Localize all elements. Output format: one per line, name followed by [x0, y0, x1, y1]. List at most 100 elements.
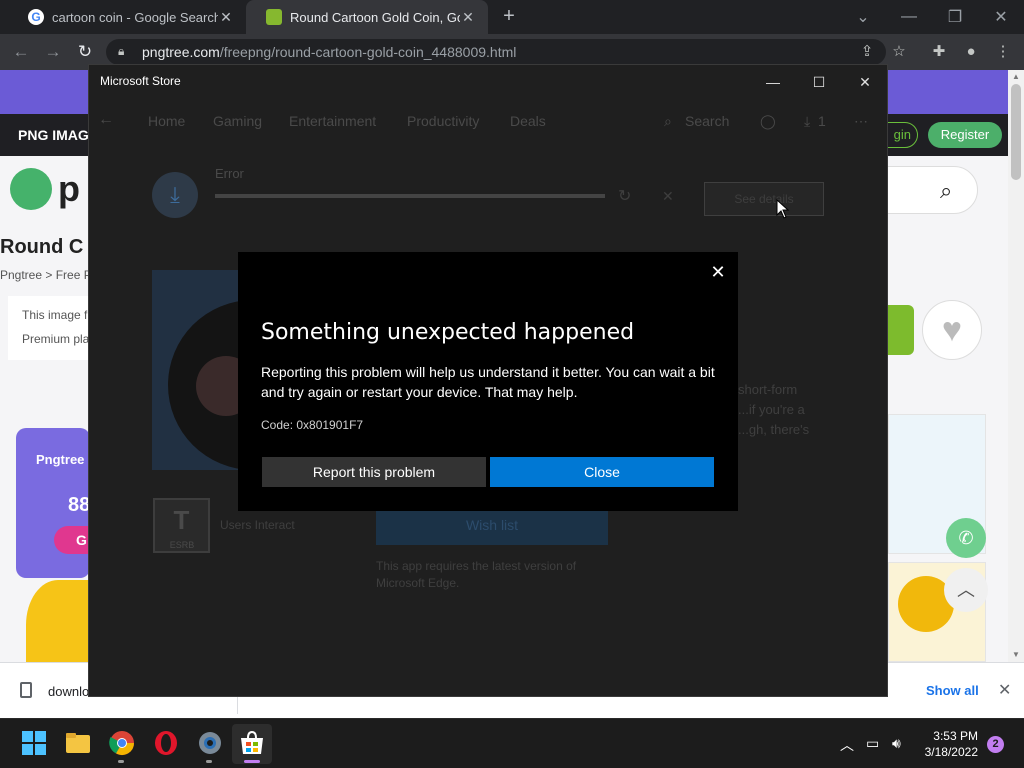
minimize-icon[interactable]: —	[886, 0, 932, 34]
breadcrumb[interactable]: Pngtree > Free P	[0, 268, 92, 282]
running-indicator	[206, 760, 212, 763]
license-info-line: This image f	[22, 308, 88, 322]
app-requirement-text: This app requires the latest version of …	[376, 559, 577, 590]
pngtree-icon	[266, 9, 282, 25]
wish-list-button[interactable]: Wish list	[376, 505, 608, 545]
settings-icon[interactable]	[196, 729, 224, 757]
esrb-label: ESRB	[169, 540, 195, 550]
promo-title: Pngtree	[36, 452, 85, 467]
back-arrow-icon[interactable]: ←	[8, 40, 34, 64]
download-status: Error	[215, 166, 244, 181]
url-path: /freepng/round-cartoon-gold-coin_4488009…	[219, 44, 517, 60]
retry-icon[interactable]: ↻	[618, 186, 631, 206]
register-button[interactable]: Register	[928, 122, 1002, 148]
microsoft-store-icon[interactable]	[238, 729, 266, 757]
tray-overflow-icon[interactable]: ︿	[840, 735, 854, 755]
download-item[interactable]: downlo	[48, 684, 89, 699]
chat-support-icon[interactable]: ✆	[946, 518, 986, 558]
volume-icon[interactable]: 🔊︎	[892, 735, 901, 752]
dialog-message: Reporting this problem will help us unde…	[261, 364, 715, 400]
network-icon[interactable]: ▭	[866, 735, 879, 752]
tab-google-search[interactable]: G cartoon coin - Google Search ✕	[8, 0, 246, 34]
start-icon[interactable]	[20, 729, 48, 757]
lock-icon[interactable]: 🔒︎	[118, 44, 130, 58]
store-back-arrow-icon[interactable]: ←	[98, 111, 114, 129]
store-account-icon[interactable]: ◯	[760, 113, 776, 130]
bookmark-star-icon[interactable]: ☆	[888, 41, 910, 63]
file-explorer-icon[interactable]	[64, 729, 92, 757]
running-indicator	[118, 760, 124, 763]
url-text[interactable]: pngtree.com/freepng/round-cartoon-gold-c…	[142, 44, 516, 60]
store-minimize-icon[interactable]: —	[750, 68, 796, 96]
store-downloads-icon[interactable]: ⤓	[804, 113, 810, 130]
download-button[interactable]	[888, 305, 914, 355]
store-nav-deals[interactable]: Deals	[510, 113, 546, 129]
chrome-icon[interactable]	[108, 729, 136, 757]
close-window-icon[interactable]: ✕	[978, 0, 1024, 34]
see-details-button[interactable]: See details	[704, 182, 824, 216]
dialog-close-button[interactable]: Close	[490, 457, 714, 487]
store-more-icon[interactable]: ⋯	[854, 113, 868, 130]
report-problem-button[interactable]: Report this problem	[262, 457, 486, 487]
reload-icon[interactable]: ↻	[72, 40, 98, 64]
site-nav-label[interactable]: PNG IMAG	[18, 127, 89, 143]
store-nav-home[interactable]: Home	[148, 113, 185, 129]
scroll-up-arrow-icon[interactable]: ▲	[1008, 70, 1024, 84]
dialog-close-icon[interactable]: ✕	[708, 262, 728, 282]
store-nav-gaming[interactable]: Gaming	[213, 113, 262, 129]
store-downloads-count[interactable]: 1	[818, 113, 826, 129]
mouse-cursor-icon	[776, 199, 790, 219]
site-logo-text[interactable]: p	[58, 168, 80, 210]
favorite-heart-icon[interactable]: ♥	[922, 300, 982, 360]
error-code: Code: 0x801901F7	[261, 418, 364, 432]
promo-button[interactable]: G	[54, 526, 90, 554]
store-maximize-icon[interactable]: ☐	[796, 68, 842, 96]
promo-price: 88	[68, 494, 91, 516]
chrome-menu-icon[interactable]: ⋮	[992, 41, 1014, 63]
share-icon[interactable]: ⇪	[856, 41, 878, 63]
close-download-shelf-icon[interactable]: ✕	[998, 680, 1011, 700]
store-search-icon[interactable]: ⌕	[664, 113, 672, 130]
store-close-icon[interactable]: ✕	[842, 68, 888, 96]
tab-search-icon[interactable]: ⌄	[840, 0, 886, 34]
coin-preview-image	[26, 580, 90, 670]
tab-pngtree[interactable]: Round Cartoon Gold Coin, Gold ✕	[246, 0, 488, 34]
active-indicator	[244, 760, 260, 763]
file-icon	[20, 682, 32, 698]
notification-badge[interactable]: 2	[987, 736, 1004, 753]
google-icon: G	[28, 9, 44, 25]
download-status-link[interactable]	[215, 210, 455, 224]
scroll-down-arrow-icon[interactable]: ▼	[1008, 648, 1024, 662]
clock-date[interactable]: 3/18/2022	[920, 745, 978, 759]
store-nav-productivity[interactable]: Productivity	[407, 113, 479, 129]
search-icon[interactable]: ⌕	[940, 178, 966, 204]
show-all-downloads-button[interactable]: Show all	[926, 683, 979, 698]
pngtree-logo-icon[interactable]	[10, 168, 52, 210]
tab-title: cartoon coin - Google Search	[52, 9, 218, 25]
cancel-download-icon[interactable]: ✕	[662, 188, 674, 205]
rating-text: Users Interact	[220, 518, 295, 532]
store-search-button[interactable]: Search	[685, 113, 729, 129]
tab-close-icon[interactable]: ✕	[460, 9, 476, 26]
page-title: Round C	[0, 236, 84, 258]
profile-icon[interactable]: ●	[960, 41, 982, 63]
store-window-title: Microsoft Store	[100, 74, 181, 88]
app-description: short-form ...if you're a ...gh, there's	[738, 382, 810, 437]
clock-time[interactable]: 3:53 PM	[928, 729, 978, 743]
new-tab-button[interactable]: +	[498, 5, 520, 27]
license-info-box	[8, 296, 90, 360]
forward-arrow-icon[interactable]: →	[40, 40, 66, 64]
store-nav-entertainment[interactable]: Entertainment	[289, 113, 376, 129]
download-arrow-icon: ⤓	[152, 172, 198, 218]
scrollbar-thumb[interactable]	[1011, 84, 1021, 180]
opera-icon[interactable]	[152, 729, 180, 757]
extensions-icon[interactable]: ✚	[928, 41, 950, 63]
restore-icon[interactable]: ❐	[932, 0, 978, 34]
scroll-to-top-icon[interactable]: ︿	[944, 568, 988, 612]
license-info-line: Premium pla	[22, 332, 90, 346]
dialog-title: Something unexpected happened	[261, 320, 635, 345]
download-progress-bar	[215, 194, 605, 198]
tab-close-icon[interactable]: ✕	[218, 9, 234, 26]
url-host: pngtree.com	[142, 44, 220, 60]
tab-title: Round Cartoon Gold Coin, Gold	[290, 9, 460, 25]
